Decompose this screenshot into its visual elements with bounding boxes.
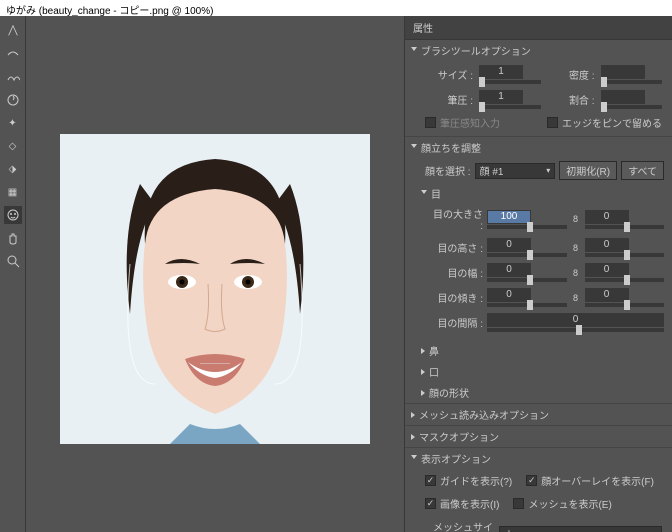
eye-height-right-input[interactable]: 0: [585, 238, 629, 252]
window-titlebar: ゆがみ (beauty_change - コピー.png @ 100%): [0, 0, 672, 16]
pin-edges-checkbox[interactable]: [547, 117, 558, 128]
eye-size-left-input[interactable]: 100: [487, 210, 531, 224]
eye-height-label: 目の高さ :: [431, 240, 483, 255]
pucker-tool-icon[interactable]: ✦: [4, 114, 22, 132]
face-section-toggle[interactable]: 顔立ちを調整: [405, 137, 672, 158]
properties-header: 属性: [405, 16, 672, 40]
eye-tilt-left-slider[interactable]: [487, 303, 567, 307]
face-select-dropdown[interactable]: 顔 #1▾: [475, 163, 556, 179]
eye-width-right-slider[interactable]: [585, 278, 665, 282]
smooth-tool-icon[interactable]: [4, 68, 22, 86]
eye-tilt-label: 目の傾き :: [431, 290, 483, 305]
eye-tilt-left-input[interactable]: 0: [487, 288, 531, 302]
canvas-image: [60, 134, 370, 444]
eye-width-label: 目の幅 :: [431, 265, 483, 280]
all-button[interactable]: すべて: [621, 161, 664, 180]
reconstruct-tool-icon[interactable]: [4, 45, 22, 63]
face-shape-subsection-toggle[interactable]: 顔の形状: [421, 382, 672, 403]
face-select-label: 顔を選択 :: [425, 163, 471, 178]
brush-size-slider[interactable]: [479, 80, 541, 84]
brush-density-label: 密度 :: [547, 67, 595, 82]
canvas-area[interactable]: [26, 16, 404, 532]
left-toolbar: ✦ ◇ ⬗ ▦: [0, 16, 26, 532]
eye-tilt-right-slider[interactable]: [585, 303, 665, 307]
show-mesh-checkbox[interactable]: [513, 498, 524, 509]
link-icon[interactable]: 8: [571, 214, 581, 224]
brush-rate-label: 割合 :: [547, 92, 595, 107]
display-section-toggle[interactable]: 表示オプション: [405, 448, 672, 469]
show-image-checkbox[interactable]: [425, 498, 436, 509]
document-canvas[interactable]: [60, 134, 370, 444]
eye-tilt-right-input[interactable]: 0: [585, 288, 629, 302]
mask-options-section-toggle[interactable]: マスクオプション: [405, 426, 672, 447]
brush-density-input[interactable]: [601, 65, 645, 79]
brush-pressure-input[interactable]: 1: [479, 90, 523, 104]
zoom-tool-icon[interactable]: [4, 252, 22, 270]
link-icon[interactable]: 8: [571, 293, 581, 303]
face-tool-icon[interactable]: [4, 206, 22, 224]
mouth-subsection-toggle[interactable]: 口: [421, 361, 672, 382]
eye-height-left-input[interactable]: 0: [487, 238, 531, 252]
properties-panel: 属性 ブラシツールオプション サイズ : 1 密度 : 筆圧 : 1 割合 :: [404, 16, 672, 532]
mesh-size-select: 中▾: [499, 526, 662, 532]
brush-rate-input[interactable]: [601, 90, 645, 104]
nose-subsection-toggle[interactable]: 鼻: [421, 340, 672, 361]
eye-size-left-slider[interactable]: [487, 225, 567, 229]
brush-pressure-slider[interactable]: [479, 105, 541, 109]
eye-size-right-slider[interactable]: [585, 225, 665, 229]
brush-size-input[interactable]: 1: [479, 65, 523, 79]
eye-height-right-slider[interactable]: [585, 253, 665, 257]
pen-pressure-checkbox[interactable]: [425, 117, 436, 128]
eye-distance-label: 目の間隔 :: [431, 315, 483, 330]
push-left-tool-icon[interactable]: ⬗: [4, 160, 22, 178]
bloat-tool-icon[interactable]: ◇: [4, 137, 22, 155]
brush-rate-slider[interactable]: [601, 105, 663, 109]
brush-density-slider[interactable]: [601, 80, 663, 84]
eye-width-left-slider[interactable]: [487, 278, 567, 282]
eye-height-left-slider[interactable]: [487, 253, 567, 257]
hand-tool-icon[interactable]: [4, 229, 22, 247]
eye-width-right-input[interactable]: 0: [585, 263, 629, 277]
link-icon[interactable]: 8: [571, 243, 581, 253]
eye-size-right-input[interactable]: 0: [585, 210, 629, 224]
brush-size-label: サイズ :: [425, 67, 473, 82]
brush-section-toggle[interactable]: ブラシツールオプション: [405, 40, 672, 61]
reset-button[interactable]: 初期化(R): [559, 161, 617, 180]
mesh-load-section-toggle[interactable]: メッシュ読み込みオプション: [405, 404, 672, 425]
eye-distance-slider[interactable]: [487, 328, 664, 332]
eye-subsection-toggle[interactable]: 目: [421, 183, 672, 204]
show-face-overlay-checkbox[interactable]: [526, 475, 537, 486]
forward-warp-tool-icon[interactable]: [4, 22, 22, 40]
eye-width-left-input[interactable]: 0: [487, 263, 531, 277]
brush-pressure-label: 筆圧 :: [425, 92, 473, 107]
show-guide-checkbox[interactable]: [425, 475, 436, 486]
eye-size-label: 目の大きさ :: [431, 206, 483, 232]
link-icon[interactable]: 8: [571, 268, 581, 278]
twirl-tool-icon[interactable]: [4, 91, 22, 109]
freeze-mask-tool-icon[interactable]: ▦: [4, 183, 22, 201]
